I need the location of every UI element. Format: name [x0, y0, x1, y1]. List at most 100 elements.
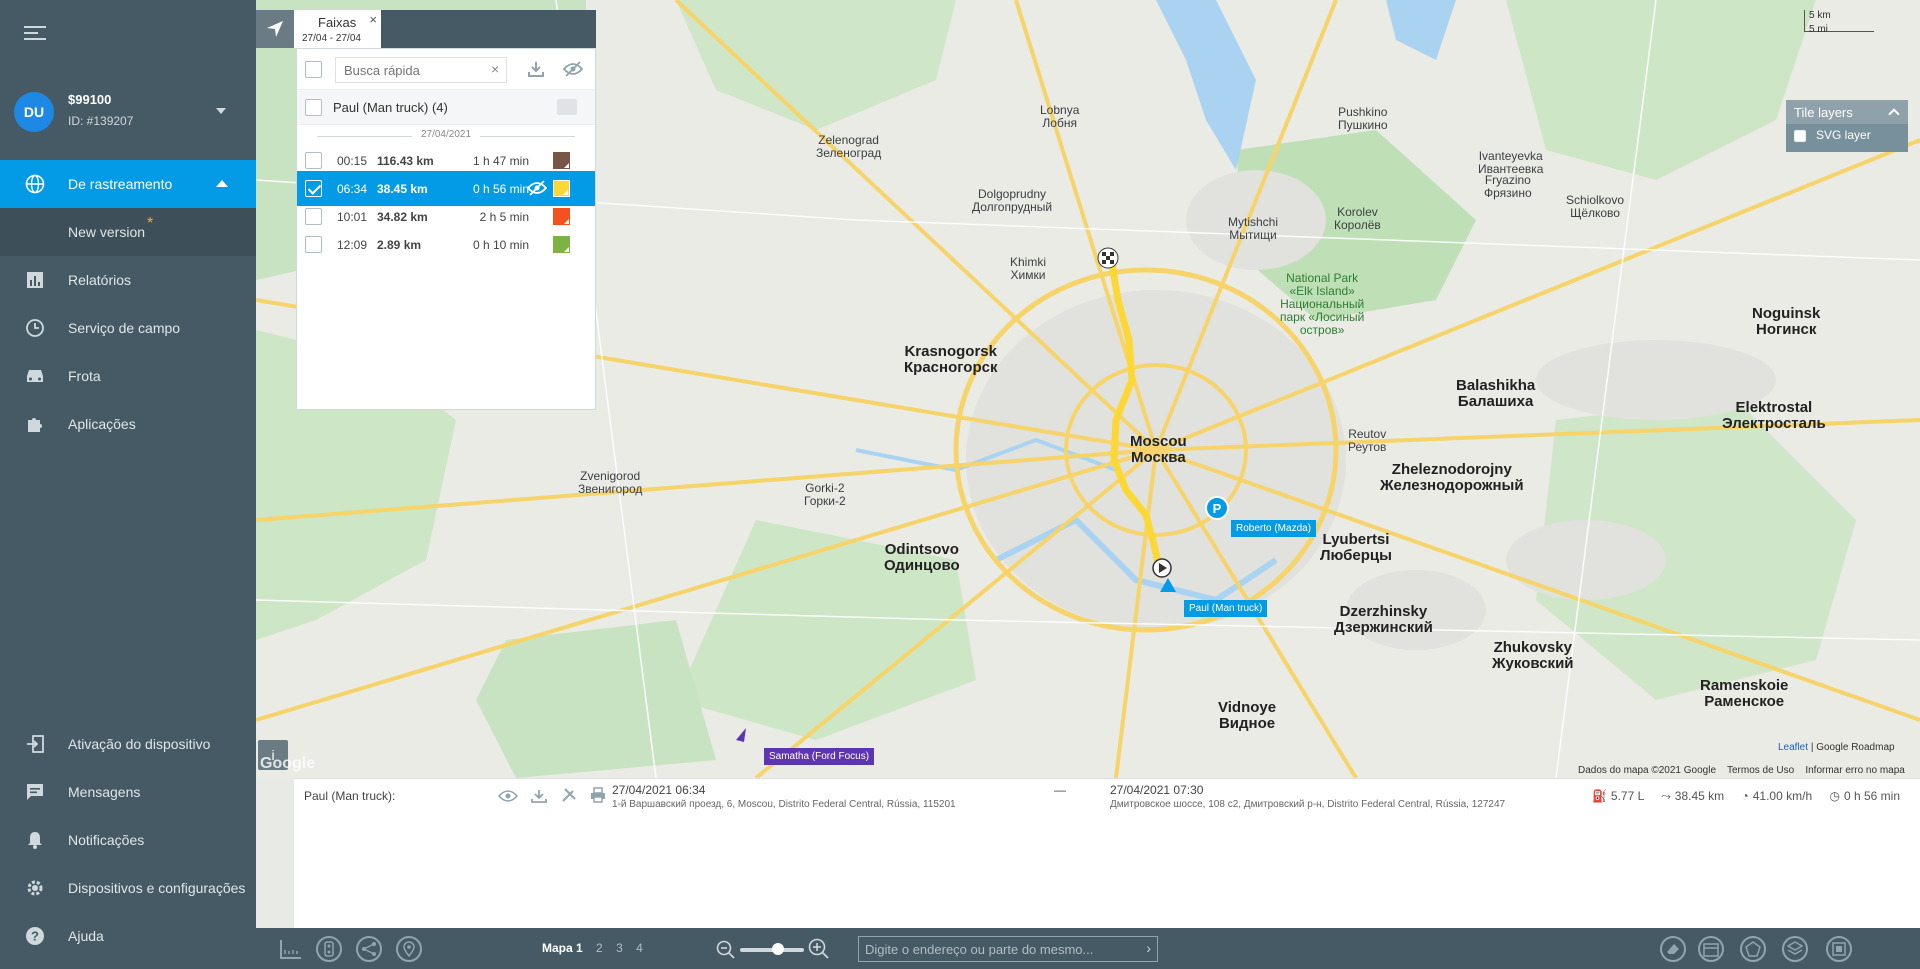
layers-icon[interactable] [1782, 936, 1808, 962]
nav-item-applications[interactable]: Aplicações [0, 400, 256, 448]
sidebar: DU $99100 ID: #139207 De rastreamento Ne… [0, 0, 256, 969]
map-label: Zelenograd Зеленоград [816, 133, 882, 160]
menu-toggle-icon[interactable] [24, 26, 46, 44]
terms-link[interactable]: Termos de Uso [1727, 765, 1794, 776]
track-color-swatch[interactable] [553, 236, 570, 253]
nav-label: Dispositivos e configurações [68, 880, 246, 896]
parking-marker[interactable]: P [1205, 496, 1229, 520]
comment-icon[interactable] [557, 99, 577, 115]
user-profile[interactable]: DU $99100 ID: #139207 [14, 90, 244, 132]
map-label: Noguinsk Ногинск [1752, 305, 1821, 338]
zoom-slider-handle[interactable] [772, 943, 784, 955]
svg-text:?: ? [31, 929, 39, 944]
map-label: Ramenskoie Раменское [1700, 677, 1789, 710]
track-info-panel: Paul (Man truck): 27/04/2021 06:34 1-й В… [294, 778, 1920, 928]
track-checkbox[interactable] [305, 152, 322, 169]
map-label: Khimki Химки [1010, 255, 1047, 282]
puzzle-icon [24, 413, 46, 435]
vehicle-label-paul[interactable]: Paul (Man truck) [1184, 600, 1268, 617]
track-checkbox[interactable] [305, 236, 322, 253]
track-stats: ⛽ 5.77 L ⤳ 38.45 km ◔ 41.00 km/h ◷ 0 h 56 mi… [1578, 789, 1900, 804]
close-icon[interactable]: × [369, 12, 377, 27]
select-all-checkbox[interactable] [305, 61, 322, 78]
map-label: Mytishchi Мытищи [1228, 215, 1279, 242]
location-pin-icon[interactable] [396, 936, 422, 962]
bottom-toolbar: Mapa 1 2 3 4 Digite o endereço ou parte … [256, 928, 1920, 969]
zoom-in-icon[interactable] [808, 938, 830, 963]
gear-icon [24, 877, 46, 899]
nav-item-messages[interactable]: Mensagens [0, 768, 256, 816]
fuel-value: 5.77 L [1610, 789, 1644, 803]
track-color-swatch[interactable] [553, 180, 570, 197]
track-color-swatch[interactable] [553, 152, 570, 169]
map-tab-3[interactable]: 3 [616, 941, 623, 955]
nav-item-notifications[interactable]: Notificações [0, 816, 256, 864]
nav-item-field-service[interactable]: Serviço de campo [0, 304, 256, 352]
hide-all-icon[interactable] [562, 61, 584, 80]
login-icon [24, 733, 46, 755]
traffic-light-icon[interactable] [316, 936, 342, 962]
report-link[interactable]: Informar erro no mapa [1805, 765, 1905, 776]
nav-item-devices-settings[interactable]: Dispositivos e configurações [0, 864, 256, 912]
track-checkbox[interactable] [305, 208, 322, 225]
tab-tracks[interactable]: Faixas 27/04 - 27/04 × [294, 10, 381, 48]
nav-item-device-activation[interactable]: Ativação do dispositivo [0, 720, 256, 768]
nav-item-reports[interactable]: Relatórios [0, 256, 256, 304]
share-icon[interactable] [356, 936, 382, 962]
bell-icon [24, 829, 46, 851]
car-icon [24, 365, 46, 387]
chevron-right-icon[interactable]: › [1146, 940, 1151, 956]
map-label: Gorki-2 Горки-2 [804, 481, 846, 508]
ruler-icon[interactable] [278, 936, 304, 962]
chevron-up-icon[interactable] [216, 180, 228, 187]
clear-search-icon[interactable]: × [491, 61, 499, 77]
group-checkbox[interactable] [305, 99, 322, 116]
park-label: National Park «Elk Island» Национальный п… [1280, 271, 1365, 337]
map-tab-4[interactable]: 4 [636, 941, 643, 955]
track-checkbox[interactable] [305, 180, 322, 197]
quick-search-input[interactable] [335, 57, 507, 83]
star-icon: * [147, 215, 154, 232]
svg-layer-option[interactable]: SVG layer [1786, 124, 1908, 146]
tile-layers-header[interactable]: Tile layers [1786, 100, 1908, 124]
chevron-up-icon[interactable] [1888, 108, 1900, 120]
svg-layer-checkbox[interactable] [1794, 129, 1806, 142]
nav-item-new-version[interactable]: New version * [0, 208, 256, 256]
print-icon[interactable] [590, 787, 606, 806]
map-tab-1[interactable]: Mapa 1 [542, 941, 583, 955]
info-tools [497, 787, 616, 806]
chevron-down-icon[interactable] [216, 108, 226, 114]
zoom-out-icon[interactable] [716, 940, 736, 963]
clock-icon: ◷ [1829, 789, 1840, 803]
pentagon-icon[interactable] [1740, 936, 1766, 962]
nav-item-help[interactable]: ? Ajuda [0, 912, 256, 960]
map-label: Reutov Реутов [1348, 427, 1387, 454]
download-icon[interactable] [531, 789, 548, 806]
nav-label: Relatórios [68, 272, 132, 288]
eraser-icon[interactable] [1660, 936, 1686, 962]
clock-icon [24, 317, 46, 339]
map-attribution: Leaflet | Google Roadmap [1778, 742, 1895, 753]
download-icon[interactable] [527, 61, 545, 80]
tools-icon[interactable] [561, 787, 577, 806]
calendar-icon[interactable] [1698, 936, 1724, 962]
nav-item-tracking[interactable]: De rastreamento [0, 160, 256, 208]
vehicle-label-samatha[interactable]: Samatha (Ford Focus) [764, 748, 875, 765]
locate-button[interactable] [256, 10, 294, 48]
track-row[interactable]: 12:09 2.89 km 0 h 10 min [297, 227, 595, 262]
fullscreen-icon[interactable] [1826, 936, 1852, 962]
hide-track-icon[interactable] [526, 180, 548, 199]
map-tab-2[interactable]: 2 [596, 941, 603, 955]
map-selector: Mapa 1 2 3 4 [542, 941, 653, 955]
leaflet-link[interactable]: Leaflet [1778, 742, 1808, 753]
map-label: Korolev Королёв [1334, 205, 1381, 232]
track-color-swatch[interactable] [553, 208, 570, 225]
fuel-icon: ⛽ [1591, 789, 1607, 803]
user-name: $99100 [68, 92, 112, 107]
eye-icon[interactable] [497, 789, 519, 806]
vehicle-label-roberto[interactable]: Roberto (Mazda) [1231, 520, 1317, 537]
track-group[interactable]: Paul (Man truck) (4) [297, 89, 595, 125]
map-label: Fryazino Фрязино [1484, 173, 1532, 200]
nav-item-fleet[interactable]: Frota [0, 352, 256, 400]
address-search-input[interactable]: Digite o endereço ou parte do mesmo... › [858, 936, 1158, 962]
